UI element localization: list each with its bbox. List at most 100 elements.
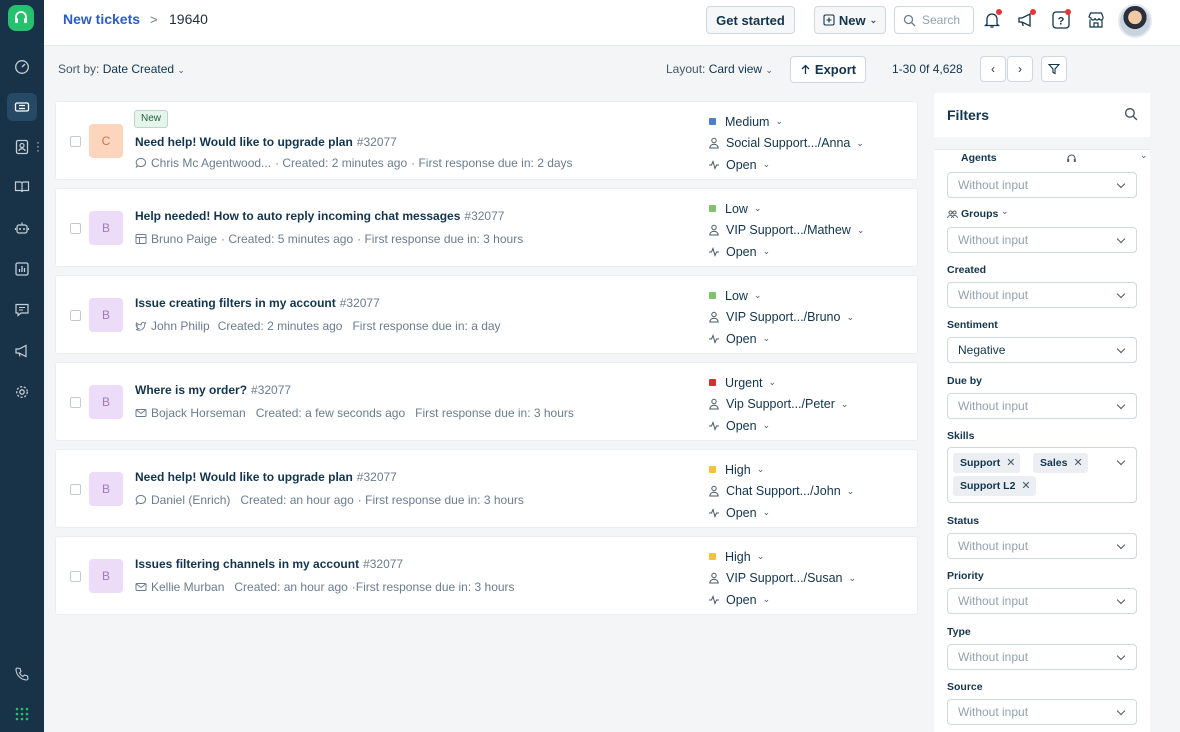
phone-icon[interactable] [7, 660, 37, 688]
conversations-icon[interactable] [7, 296, 37, 324]
search-input[interactable]: Search [894, 6, 974, 34]
priority-dropdown[interactable]: Urgent ⌄ [708, 372, 908, 394]
source-select[interactable]: Without input [947, 699, 1137, 725]
requester-name[interactable]: Bruno Paige [151, 232, 217, 246]
priority-select[interactable]: Without input [947, 588, 1137, 614]
status-dropdown[interactable]: Open ⌄ [708, 154, 908, 176]
groups-chevron-icon[interactable]: ⌄ [1001, 206, 1009, 217]
reports-icon[interactable] [7, 255, 37, 283]
chevron-down-icon: ⌄ [762, 594, 771, 605]
ticket-subject[interactable]: Issues filtering channels in my account #… [135, 557, 403, 571]
due-text: First response due in: 3 hours [415, 406, 574, 420]
group-agent-dropdown[interactable]: VIP Support.../Susan ⌄ [708, 568, 908, 590]
groups-select[interactable]: Without input [947, 227, 1137, 253]
notifications-icon[interactable] [980, 8, 1004, 32]
requester-name[interactable]: Chris Mc Agentwood... [151, 156, 271, 170]
skills-multiselect[interactable]: Support ✕ Sales ✕ Support L2 ✕ [947, 447, 1137, 503]
group-agent-dropdown[interactable]: VIP Support.../Mathew ⌄ [708, 220, 908, 242]
contacts-icon[interactable] [7, 133, 37, 161]
status-dropdown[interactable]: Open ⌄ [708, 415, 908, 437]
ticket-checkbox[interactable] [70, 223, 81, 234]
dashboard-icon[interactable] [7, 53, 37, 81]
prev-page-button[interactable]: ‹ [980, 56, 1006, 82]
plus-box-icon [823, 14, 835, 26]
settings-icon[interactable] [7, 378, 37, 406]
ticket-checkbox[interactable] [70, 136, 81, 147]
status-dropdown[interactable]: Open ⌄ [708, 502, 908, 524]
layout-prefix: Layout: [666, 62, 706, 76]
get-started-button[interactable]: Get started [706, 6, 795, 34]
ticket-meta: Bojack Horseman Created: a few seconds a… [135, 406, 574, 420]
ticket-checkbox[interactable] [70, 397, 81, 408]
ticket-card[interactable]: B Help needed! How to auto reply incomin… [55, 188, 918, 267]
status-dropdown[interactable]: Open ⌄ [708, 328, 908, 350]
ticket-checkbox[interactable] [70, 310, 81, 321]
group-agent-dropdown[interactable]: VIP Support.../Bruno ⌄ [708, 307, 908, 329]
bots-icon[interactable] [7, 214, 37, 242]
requester-name[interactable]: John Philip [151, 319, 210, 333]
remove-tag-icon[interactable]: ✕ [1006, 453, 1015, 473]
group-agent-dropdown[interactable]: Social Support.../Anna ⌄ [708, 133, 908, 155]
ticket-subject[interactable]: Where is my order? #32077 [135, 383, 291, 397]
knowledge-base-icon[interactable] [7, 173, 37, 201]
priority-dropdown[interactable]: Low ⌄ [708, 285, 908, 307]
ticket-card[interactable]: B Issue creating filters in my account #3… [55, 275, 918, 354]
ticket-checkbox[interactable] [70, 484, 81, 495]
filters-search-icon[interactable] [1124, 107, 1138, 124]
ticket-subject[interactable]: Issue creating filters in my account #320… [135, 296, 380, 310]
ticket-subject[interactable]: Help needed! How to auto reply incoming … [135, 209, 504, 223]
announcements-icon[interactable] [7, 337, 37, 365]
status-dropdown[interactable]: Open ⌄ [708, 589, 908, 611]
export-button[interactable]: Export [790, 56, 866, 83]
layout-value: Card view [708, 62, 763, 76]
filter-toggle-button[interactable] [1041, 56, 1067, 82]
chevron-down-icon: ⌄ [856, 224, 865, 235]
agents-select[interactable]: Without input [947, 172, 1137, 198]
nav-more-icon[interactable]: · · · [36, 136, 40, 156]
type-select[interactable]: Without input [947, 644, 1137, 670]
created-select[interactable]: Without input [947, 282, 1137, 308]
priority-dropdown[interactable]: Medium ⌄ [708, 111, 908, 133]
priority-dropdown[interactable]: High ⌄ [708, 546, 908, 568]
requester-name[interactable]: Kellie Murban [151, 580, 224, 594]
apps-grid-icon[interactable] [7, 700, 37, 728]
app-logo-icon[interactable] [8, 5, 34, 31]
help-icon[interactable]: ? [1049, 8, 1073, 32]
due-by-select[interactable]: Without input [947, 393, 1137, 419]
ticket-subject[interactable]: Need help! Would like to upgrade plan #32… [135, 470, 397, 484]
ticket-card[interactable]: B Issues filtering channels in my accoun… [55, 536, 918, 615]
remove-tag-icon[interactable]: ✕ [1021, 476, 1030, 496]
marketplace-icon[interactable] [1084, 8, 1108, 32]
skill-tag: Support ✕ [953, 453, 1021, 473]
requester-name[interactable]: Bojack Horseman [151, 406, 246, 420]
sentiment-select[interactable]: Negative [947, 337, 1137, 363]
sort-by-dropdown[interactable]: Sort by: Date Created ⌄ [58, 62, 185, 76]
layout-dropdown[interactable]: Layout: Card view ⌄ [666, 62, 773, 76]
help-dot [1065, 9, 1071, 15]
ticket-card[interactable]: B Need help! Would like to upgrade plan #… [55, 449, 918, 528]
announcements-top-icon[interactable] [1014, 8, 1038, 32]
ticket-card[interactable]: C New Need help! Would like to upgrade p… [55, 101, 918, 180]
breadcrumb-new-tickets[interactable]: New tickets [63, 11, 140, 27]
ticket-card[interactable]: B Where is my order? #32077 Bojack Horsem… [55, 362, 918, 441]
ticket-checkbox[interactable] [70, 571, 81, 582]
breadcrumb-separator: > [150, 12, 158, 27]
priority-dropdown[interactable]: Low ⌄ [708, 198, 908, 220]
ticket-subject[interactable]: Need help! Would like to upgrade plan #32… [135, 135, 397, 149]
new-button[interactable]: New ⌄ [814, 6, 886, 34]
priority-dropdown[interactable]: High ⌄ [708, 459, 908, 481]
status-dropdown[interactable]: Open ⌄ [708, 241, 908, 263]
group-agent-dropdown[interactable]: Chat Support.../John ⌄ [708, 481, 908, 503]
requester-name[interactable]: Daniel (Enrich) [151, 493, 230, 507]
agents-chevron-icon[interactable]: ⌄ [1140, 150, 1148, 161]
user-avatar[interactable] [1118, 4, 1152, 38]
group-agent-dropdown[interactable]: Vip Support.../Peter ⌄ [708, 394, 908, 416]
new-button-label: New [838, 12, 866, 28]
tickets-icon[interactable] [7, 93, 37, 121]
remove-tag-icon[interactable]: ✕ [1073, 453, 1082, 473]
filters-title: Filters [947, 107, 990, 123]
notification-dot [996, 9, 1002, 15]
status-select[interactable]: Without input [947, 533, 1137, 559]
search-icon [903, 14, 916, 26]
next-page-button[interactable]: › [1007, 56, 1033, 82]
